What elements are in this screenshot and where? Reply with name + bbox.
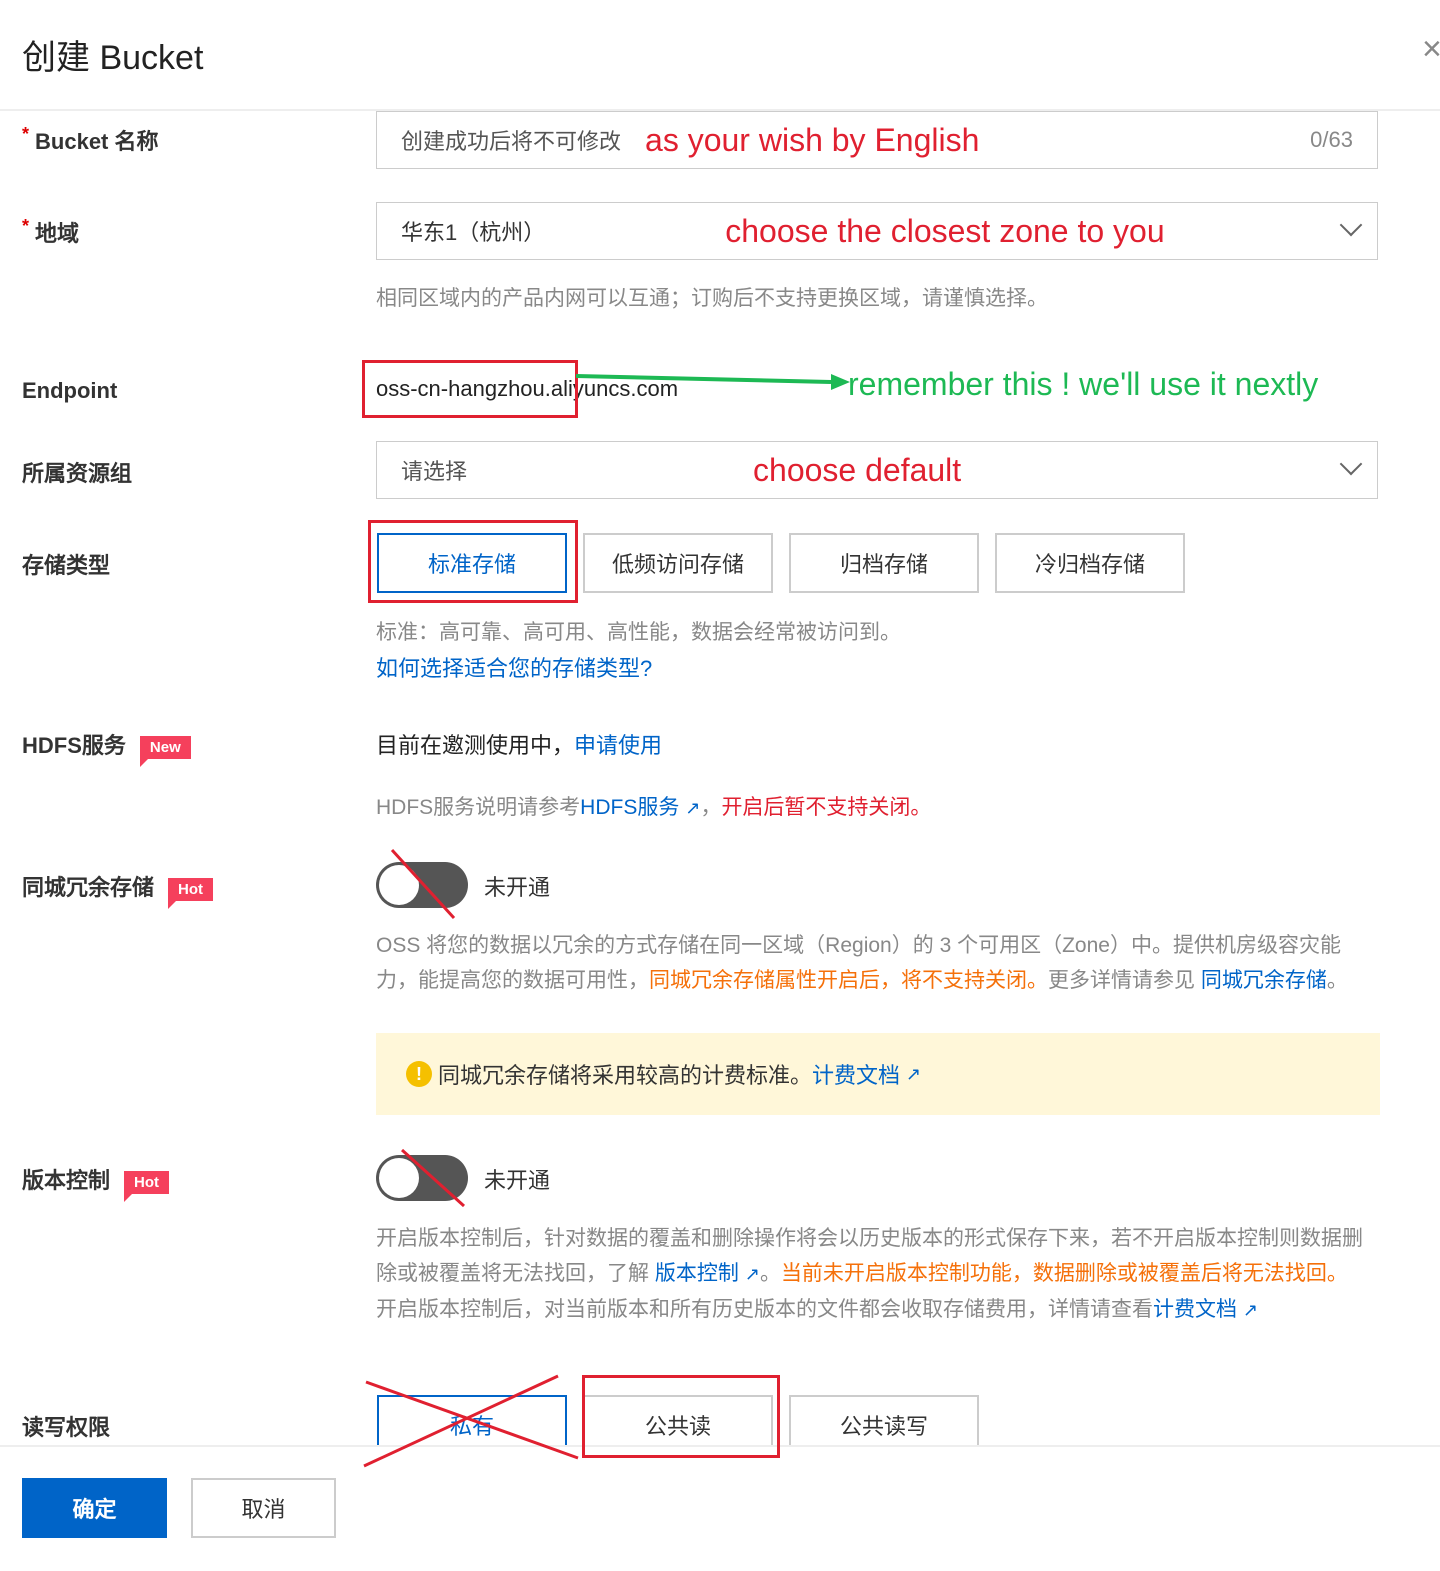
zone-redundant-link[interactable]: 同城冗余存储 <box>1201 969 1327 992</box>
versioning-doc-link[interactable]: 版本控制 <box>655 1262 739 1285</box>
bucket-name-label: * Bucket 名称 <box>22 124 159 156</box>
resource-group-label: 所属资源组 <box>22 461 133 486</box>
placeholder: 创建成功后将不可修改 <box>401 129 622 154</box>
bucket-name-input[interactable]: 创建成功后将不可修改 as your wish by English 0/63 <box>376 111 1378 169</box>
region-hint: 相同区域内的产品内网可以互通；订购后不支持更换区域，请谨慎选择。 <box>376 287 1048 310</box>
external-link-icon: ↗ <box>906 1063 922 1084</box>
hot-badge: Hot <box>124 1170 170 1202</box>
required-mark: * <box>22 124 30 144</box>
desc-text: HDFS服务说明请参考 <box>376 796 581 819</box>
external-link-icon: ↗ <box>1243 1300 1259 1320</box>
resource-group-select[interactable]: 请选择 choose default <box>376 441 1378 499</box>
label-text: HDFS服务 <box>22 733 126 758</box>
zone-redundant-state: 未开通 <box>484 875 551 900</box>
storage-option-cold-archive[interactable]: 冷归档存储 <box>995 533 1185 593</box>
annotation-cross <box>363 1374 579 1468</box>
endpoint-annotation: remember this ! we'll use it nextly <box>848 366 1319 402</box>
chevron-down-icon <box>1339 213 1363 237</box>
region-label: * 地域 <box>22 216 79 248</box>
hdfs-status: 目前在邀测使用中，申请使用 <box>376 728 662 760</box>
status-text: 目前在邀测使用中， <box>376 733 575 758</box>
external-link-icon: ↗ <box>685 798 701 818</box>
new-badge: New <box>139 735 191 767</box>
desc-text: 更多详情请参见 <box>1048 969 1201 992</box>
annotation-box <box>362 360 578 418</box>
chevron-down-icon <box>1339 452 1363 476</box>
label-text: Bucket 名称 <box>35 129 159 154</box>
hdfs-doc-link[interactable]: HDFS服务 <box>580 796 679 819</box>
hot-badge: Hot <box>168 877 214 909</box>
warning-text: 开启后暂不支持关闭。 <box>721 796 932 819</box>
close-icon[interactable]: × <box>1422 30 1440 69</box>
cancel-button[interactable]: 取消 <box>191 1478 336 1538</box>
annotation-strike <box>400 1148 466 1208</box>
label-text: 版本控制 <box>22 1168 111 1193</box>
annotation-text: choose default <box>753 451 962 488</box>
notice-text: 同城冗余存储将采用较高的计费标准。 <box>438 1063 813 1088</box>
warning-text: 当前未开启版本控制功能，数据删除或被覆盖后将无法找回。 <box>780 1262 1348 1285</box>
billing-doc-link[interactable]: 计费文档 <box>812 1058 900 1090</box>
zone-redundant-label: 同城冗余存储 Hot <box>22 870 214 909</box>
storage-option-ia[interactable]: 低频访问存储 <box>583 533 773 593</box>
char-counter: 0/63 <box>1310 127 1353 152</box>
warning-text: 同城冗余存储属性开启后，将不支持关闭。 <box>649 969 1048 992</box>
storage-option-archive[interactable]: 归档存储 <box>789 533 979 593</box>
annotation-arrow <box>576 374 850 390</box>
annotation-text: choose the closest zone to you <box>725 212 1165 249</box>
sep: 。 <box>759 1262 781 1285</box>
required-mark: * <box>22 216 30 236</box>
versioning-desc: 开启版本控制后，针对数据的覆盖和删除操作将会以历史版本的形式保存下来，若不开启版… <box>376 1221 1380 1328</box>
storage-type-label: 存储类型 <box>22 553 111 578</box>
selected-value: 华东1（杭州） <box>401 220 546 245</box>
confirm-button[interactable]: 确定 <box>22 1478 167 1538</box>
desc-text: 开启版本控制后，对当前版本和所有历史版本的文件都会收取存储费用，详情请查看 <box>376 1298 1153 1321</box>
billing-notice: ! 同城冗余存储将采用较高的计费标准。 计费文档 ↗ <box>376 1033 1380 1115</box>
desc-end: 。 <box>1326 969 1348 992</box>
annotation-box <box>368 520 578 603</box>
placeholder: 请选择 <box>401 459 468 484</box>
annotation-box <box>582 1375 780 1458</box>
billing-doc-link[interactable]: 计费文档 <box>1153 1298 1237 1321</box>
external-link-icon: ↗ <box>744 1264 760 1284</box>
apply-link[interactable]: 申请使用 <box>574 733 662 758</box>
sep: ， <box>700 796 722 819</box>
hdfs-desc: HDFS服务说明请参考HDFS服务 ↗，开启后暂不支持关闭。 <box>376 791 931 821</box>
region-select[interactable]: 华东1（杭州） choose the closest zone to you <box>376 202 1378 260</box>
label-text: 地域 <box>35 221 80 246</box>
storage-hint: 标准：高可靠、高可用、高性能，数据会经常被访问到。 <box>376 621 901 644</box>
warning-icon: ! <box>406 1061 432 1087</box>
acl-label: 读写权限 <box>22 1415 111 1440</box>
zone-redundant-desc: OSS 将您的数据以冗余的方式存储在同一区域（Region）的 3 个可用区（Z… <box>376 928 1380 998</box>
annotation-text: as your wish by English <box>645 121 980 158</box>
dialog-title: 创建 Bucket <box>22 39 204 77</box>
hdfs-label: HDFS服务 New <box>22 728 191 767</box>
versioning-label: 版本控制 Hot <box>22 1163 170 1202</box>
annotation-strike <box>390 848 456 920</box>
versioning-state: 未开通 <box>484 1168 551 1193</box>
endpoint-label: Endpoint <box>22 378 118 403</box>
label-text: 同城冗余存储 <box>22 875 155 900</box>
storage-help-link[interactable]: 如何选择适合您的存储类型? <box>376 651 652 683</box>
